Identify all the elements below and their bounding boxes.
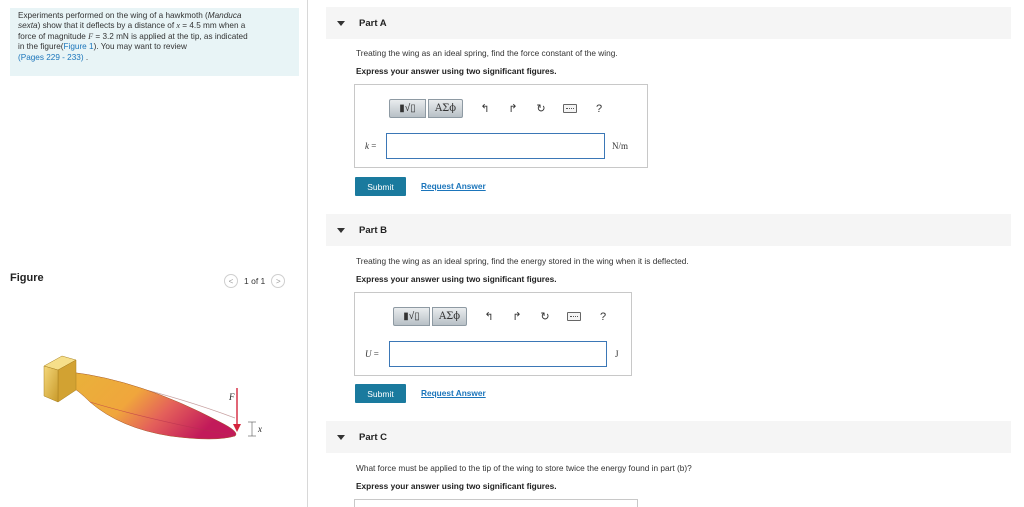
reset-icon[interactable]: ↻ bbox=[539, 310, 551, 323]
pages-link[interactable]: (Pages 229 - 233) bbox=[18, 53, 84, 62]
problem-statement: Experiments performed on the wing of a h… bbox=[10, 8, 299, 76]
help-icon[interactable]: ? bbox=[597, 311, 609, 323]
part-a-answer-box: ▮√▯ ΑΣϕ ↰ ↱ ↻ ? k = N/m bbox=[354, 84, 648, 168]
part-b-header[interactable]: Part B bbox=[326, 214, 1011, 246]
wing-shape bbox=[69, 371, 237, 440]
part-c-question: What force must be applied to the tip of… bbox=[356, 463, 692, 473]
templates-button[interactable]: ▮√▯ bbox=[389, 99, 426, 118]
help-icon[interactable]: ? bbox=[593, 103, 605, 115]
part-a-submit-button[interactable]: Submit bbox=[355, 177, 406, 196]
undo-icon[interactable]: ↰ bbox=[483, 310, 495, 323]
symbols-button[interactable]: ΑΣϕ bbox=[428, 99, 463, 118]
part-a-toolbar: ▮√▯ ΑΣϕ ↰ ↱ ↻ ? bbox=[389, 99, 605, 118]
keyboard-icon[interactable] bbox=[563, 104, 577, 113]
symbols-button[interactable]: ΑΣϕ bbox=[432, 307, 467, 326]
part-a-question: Treating the wing as an ideal spring, fi… bbox=[356, 48, 618, 58]
prev-figure-button[interactable]: < bbox=[224, 274, 238, 288]
reset-icon[interactable]: ↻ bbox=[535, 102, 547, 115]
part-b-toolbar: ▮√▯ ΑΣϕ ↰ ↱ ↻ ? bbox=[393, 307, 609, 326]
redo-icon[interactable]: ↱ bbox=[507, 102, 519, 115]
part-b-question: Treating the wing as an ideal spring, fi… bbox=[356, 256, 689, 266]
collapse-triangle-icon bbox=[337, 227, 345, 233]
part-a-answer-input[interactable] bbox=[386, 133, 605, 159]
figure-pager: < 1 of 1 > bbox=[224, 274, 286, 288]
part-a-instruction: Express your answer using two significan… bbox=[356, 66, 557, 76]
part-a-request-answer-link[interactable]: Request Answer bbox=[421, 181, 486, 191]
collapse-triangle-icon bbox=[337, 434, 345, 440]
x-label: x bbox=[257, 424, 262, 434]
redo-icon[interactable]: ↱ bbox=[511, 310, 523, 323]
force-label: F bbox=[228, 392, 235, 402]
pager-text: 1 of 1 bbox=[244, 276, 266, 286]
force-arrow: F bbox=[228, 388, 241, 432]
part-a-unit: N/m bbox=[612, 141, 629, 151]
deflection-marker: x bbox=[248, 421, 262, 437]
undo-icon[interactable]: ↰ bbox=[479, 102, 491, 115]
part-b-unit: J bbox=[615, 349, 619, 359]
part-c-instruction: Express your answer using two significan… bbox=[356, 481, 557, 491]
hawkmoth-wing-figure: F x bbox=[43, 355, 262, 440]
part-a-variable: k = bbox=[365, 141, 377, 151]
part-b-instruction: Express your answer using two significan… bbox=[356, 274, 557, 284]
figure-title: Figure bbox=[10, 272, 44, 284]
templates-button[interactable]: ▮√▯ bbox=[393, 307, 430, 326]
part-b-submit-button[interactable]: Submit bbox=[355, 384, 406, 403]
next-figure-button[interactable]: > bbox=[271, 274, 286, 288]
part-c-answer-box bbox=[354, 499, 638, 507]
mounting-block bbox=[43, 355, 77, 403]
figure-link[interactable]: Figure 1 bbox=[64, 42, 94, 51]
part-b-answer-input[interactable] bbox=[389, 341, 607, 367]
part-b-variable: U = bbox=[365, 349, 379, 359]
left-panel: Experiments performed on the wing of a h… bbox=[0, 0, 308, 507]
part-a-header[interactable]: Part A bbox=[326, 7, 1011, 39]
collapse-triangle-icon bbox=[337, 20, 345, 26]
keyboard-icon[interactable] bbox=[567, 312, 581, 321]
part-c-header[interactable]: Part C bbox=[326, 421, 1011, 453]
part-b-request-answer-link[interactable]: Request Answer bbox=[421, 388, 486, 398]
part-b-answer-box: ▮√▯ ΑΣϕ ↰ ↱ ↻ ? U = J bbox=[354, 292, 632, 376]
